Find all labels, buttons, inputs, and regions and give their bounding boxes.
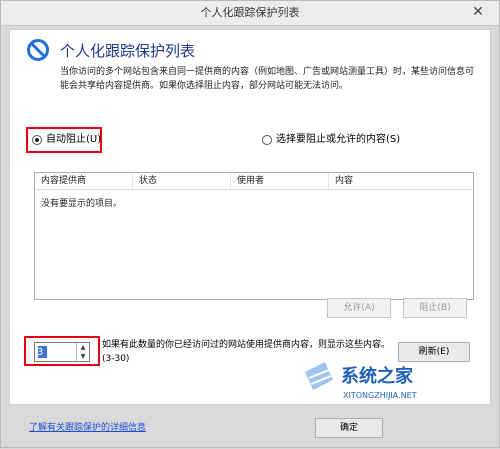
radio-choose-block-label: 选择要阻止或允许的内容(S)	[276, 134, 401, 145]
threshold-input[interactable]	[35, 343, 77, 361]
radio-auto-block-label: 自动阻止(U)	[46, 134, 102, 145]
tracking-protection-window: 个人化跟踪保护列表 ✕ 个人化跟踪保护列表 当你访问的多个网站包含来自同一提供商…	[0, 0, 500, 448]
watermark-name: 系统之家	[341, 365, 414, 387]
radio-choose-block[interactable]: 选择要阻止或允许的内容(S)	[262, 133, 400, 147]
column-status[interactable]: 状态	[133, 173, 231, 189]
close-button[interactable]: ✕	[463, 4, 493, 20]
list-header: 内容提供商 状态 使用者 内容	[35, 173, 473, 190]
watermark-url: XITONGZHIJIA.NET	[343, 391, 417, 400]
allow-button[interactable]: 允许(A)	[327, 298, 391, 318]
radio-auto-block[interactable]: 自动阻止(U)	[32, 133, 101, 147]
column-provider[interactable]: 内容提供商	[35, 173, 133, 189]
page-title: 个人化跟踪保护列表	[60, 42, 196, 60]
window-title: 个人化跟踪保护列表	[200, 6, 300, 19]
title-bar: 个人化跟踪保护列表 ✕	[1, 1, 499, 26]
content-provider-list[interactable]: 内容提供商 状态 使用者 内容 没有要显示的项目。	[34, 172, 474, 300]
description-text: 当你访问的多个网站包含来自同一提供商的内容（例如地图、广告或网站测量工具）时，某…	[60, 67, 475, 91]
ok-button[interactable]: 确定	[315, 418, 383, 438]
watermark-logo: 系统之家 XITONGZHIJIA.NET	[305, 362, 417, 400]
column-used-by[interactable]: 使用者	[231, 173, 329, 189]
close-icon: ✕	[472, 4, 484, 20]
empty-list-message: 没有要显示的项目。	[41, 199, 123, 209]
block-button[interactable]: 阻止(B)	[403, 298, 467, 318]
dialog-content: 个人化跟踪保护列表 当你访问的多个网站包含来自同一提供商的内容（例如地图、广告或…	[9, 29, 491, 405]
dialog-footer: 了解有关跟踪保护的详细信息 确定	[1, 405, 500, 449]
spinner-buttons: ▲ ▼	[76, 343, 89, 361]
spin-down-icon[interactable]: ▼	[77, 352, 89, 361]
threshold-stepper[interactable]: ▲ ▼	[34, 342, 90, 362]
radio-icon-unchecked	[262, 135, 272, 145]
radio-icon-checked	[32, 135, 42, 145]
learn-more-link[interactable]: 了解有关跟踪保护的详细信息	[29, 420, 146, 433]
column-content[interactable]: 内容	[329, 173, 473, 189]
spin-up-icon[interactable]: ▲	[77, 343, 89, 352]
block-icon	[27, 39, 49, 61]
